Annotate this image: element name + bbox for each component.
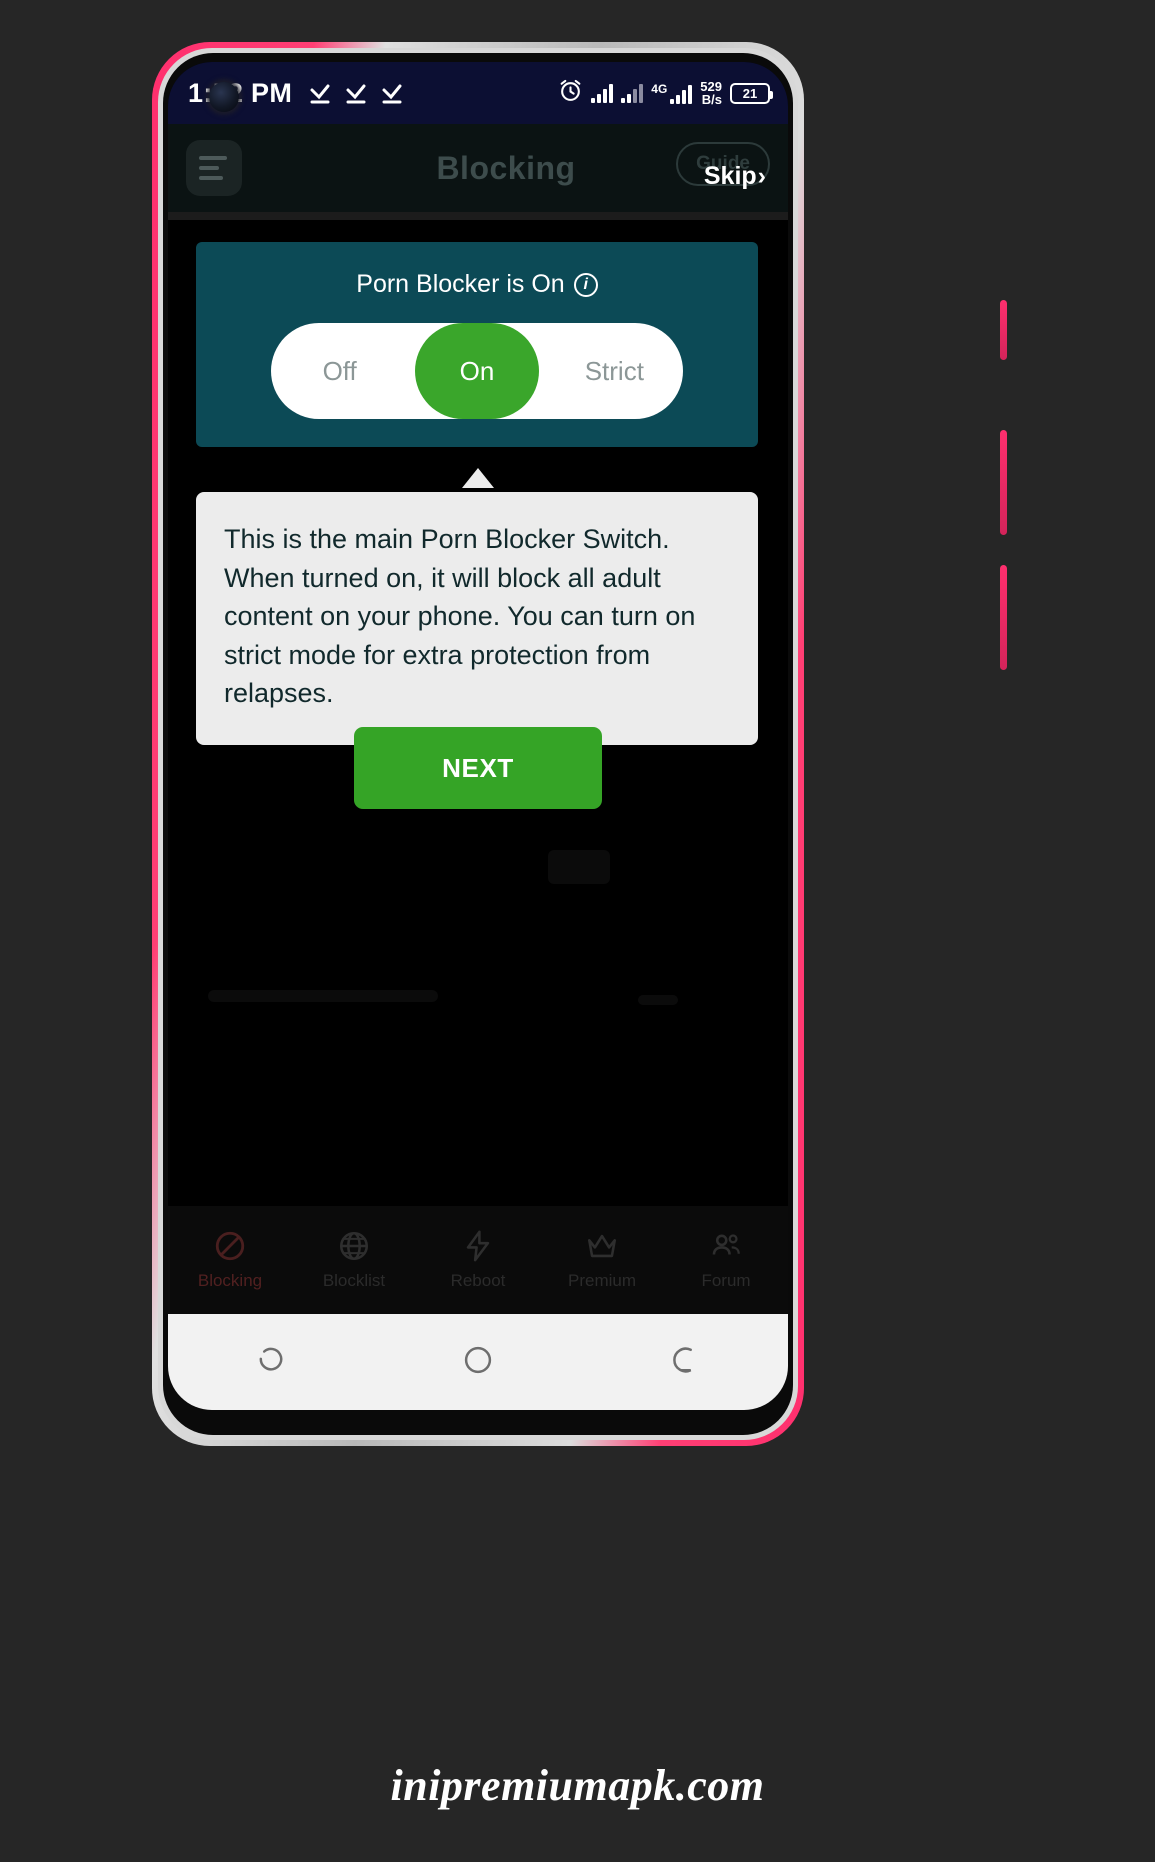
android-navigation-bar	[168, 1314, 788, 1410]
globe-icon	[337, 1229, 371, 1263]
bottom-tab-bar: Blocking Blocklist Reboot Premium Forum	[168, 1206, 788, 1314]
network-type-label: 4G	[651, 81, 668, 96]
app-bar: Blocking Guide	[168, 124, 788, 212]
status-bar: 1:52 PM 4G 529 B/s 21	[168, 62, 788, 124]
status-bar-check-icons	[308, 81, 404, 105]
hamburger-menu-icon[interactable]	[186, 140, 242, 196]
tab-blocking-label: Blocking	[197, 1271, 263, 1290]
triangle-up-icon	[462, 468, 494, 488]
tab-blocking[interactable]: Blocking	[168, 1229, 292, 1291]
signal-bars-icon	[670, 84, 693, 104]
content-area: Porn Blocker is On i Off On Strict This …	[168, 220, 788, 1320]
info-icon[interactable]: i	[573, 272, 598, 297]
chevron-right-icon: ›	[757, 162, 766, 190]
dimmed-background-element	[208, 990, 438, 1002]
status-bar-right: 4G 529 B/s 21	[558, 78, 773, 108]
blocker-mode-segmented-control[interactable]: Off On Strict	[271, 323, 683, 419]
recents-icon[interactable]	[254, 1343, 288, 1382]
volume-down-button[interactable]	[1000, 565, 1007, 670]
coach-tooltip: This is the main Porn Blocker Switch. Wh…	[196, 492, 758, 746]
app-bar-divider	[168, 212, 788, 220]
signal-bars-icon	[621, 83, 644, 103]
porn-blocker-status-title: Porn Blocker is On i	[356, 270, 598, 299]
data-speed-indicator: 529 B/s	[700, 80, 722, 106]
check-icon	[344, 81, 368, 105]
porn-blocker-card: Porn Blocker is On i Off On Strict	[196, 242, 758, 447]
battery-indicator: 21	[730, 82, 773, 104]
tab-reboot[interactable]: Reboot	[416, 1229, 540, 1291]
people-group-icon	[709, 1229, 743, 1263]
crown-icon	[585, 1229, 619, 1263]
side-button-top[interactable]	[1000, 300, 1007, 360]
check-icon	[380, 81, 404, 105]
tab-blocklist-label: Blocklist	[322, 1271, 386, 1290]
segment-strict[interactable]: Strict	[546, 323, 683, 419]
check-icon	[308, 81, 332, 105]
segment-on[interactable]: On	[408, 323, 545, 419]
tab-blocklist[interactable]: Blocklist	[292, 1229, 416, 1291]
skip-button[interactable]: Skip ›	[704, 162, 766, 191]
coach-tooltip-text: This is the main Porn Blocker Switch. Wh…	[224, 524, 696, 709]
signal-bars-icon	[591, 83, 614, 103]
volume-up-button[interactable]	[1000, 430, 1007, 535]
battery-percent-label: 21	[742, 85, 758, 101]
phone-screen: 1:52 PM 4G 529 B/s 21 Blocking Guide Ski…	[168, 62, 788, 1410]
tab-premium-label: Premium	[567, 1271, 636, 1290]
lightning-bolt-icon	[461, 1229, 495, 1263]
tab-forum[interactable]: Forum	[664, 1229, 788, 1291]
alarm-clock-icon	[558, 78, 583, 108]
porn-blocker-status-label: Porn Blocker is On	[356, 270, 565, 298]
home-circle-icon[interactable]	[461, 1343, 495, 1382]
tab-forum-label: Forum	[701, 1271, 751, 1290]
dimmed-background-element	[548, 850, 610, 884]
front-camera-punch-hole	[209, 82, 239, 112]
segment-off[interactable]: Off	[271, 323, 408, 419]
status-bar-clock: 1:52 PM	[188, 77, 293, 108]
block-circle-icon	[213, 1229, 247, 1263]
site-watermark: inipremiumapk.com	[390, 1761, 765, 1810]
data-speed-unit: B/s	[701, 92, 722, 107]
next-button[interactable]: NEXT	[354, 727, 602, 809]
screenshot-root: 1:52 PM 4G 529 B/s 21 Blocking Guide Ski…	[0, 0, 1155, 1862]
tab-premium[interactable]: Premium	[540, 1229, 664, 1291]
skip-label: Skip	[703, 162, 757, 190]
back-icon[interactable]	[668, 1343, 702, 1382]
tab-reboot-label: Reboot	[450, 1271, 506, 1290]
dimmed-background-element	[638, 995, 678, 1005]
